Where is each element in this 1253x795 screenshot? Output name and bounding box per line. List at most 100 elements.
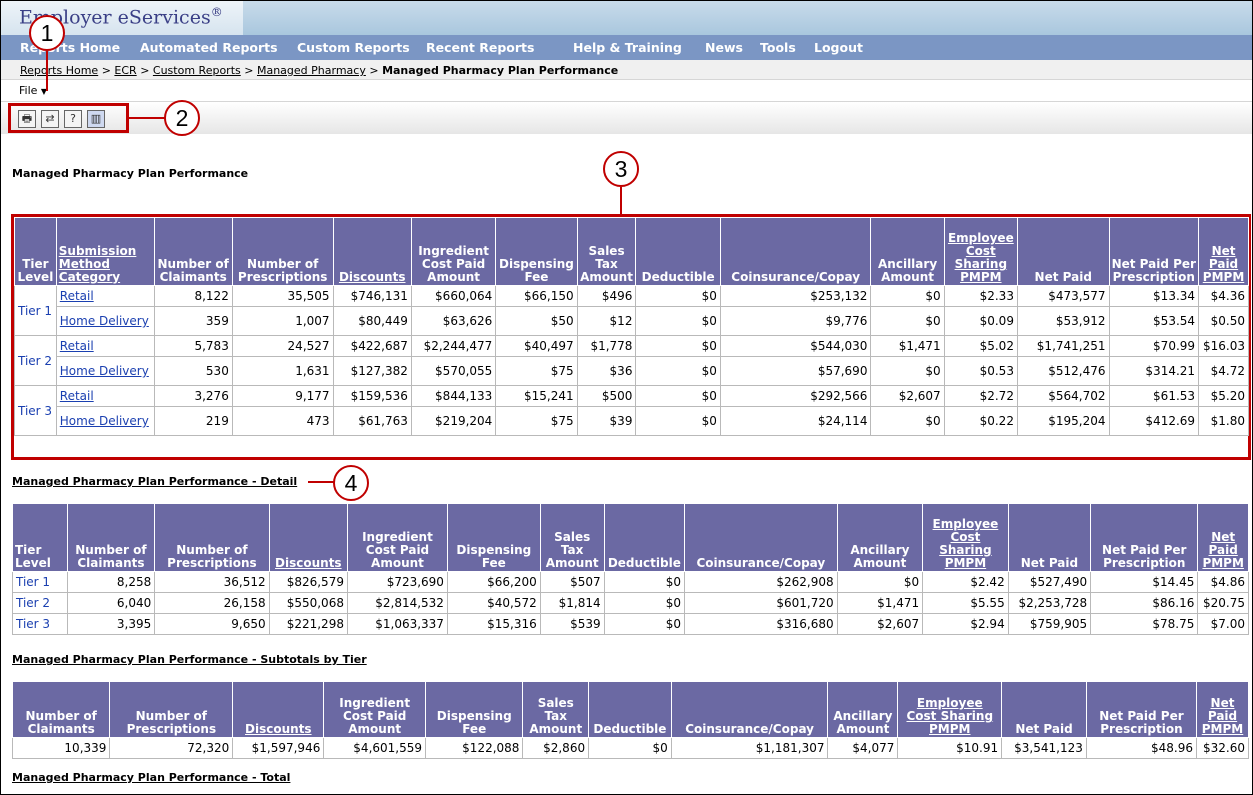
- table-row: Tier 1 Retail 8,122 35,505 $746,131 $660,064 $…: [14, 285, 1249, 336]
- main-nav: Reports Home Automated Reports Custom Re…: [1, 35, 1252, 60]
- table-cell: 3,276: [153, 385, 233, 407]
- detail-table: Tier Level Number of Claimants Number of…: [12, 503, 1249, 635]
- table-cell: $4,601,559: [323, 737, 427, 759]
- col-number-of-prescriptions: Number of Prescriptions: [231, 217, 334, 286]
- table-cell: $0.22: [943, 406, 1018, 436]
- table-cell: $496: [576, 285, 637, 307]
- table-cell: $1,471: [870, 335, 945, 357]
- table-cell: $5.55: [922, 592, 1009, 614]
- table-cell: $9,776: [719, 306, 872, 336]
- table-cell: 24,527: [231, 335, 334, 357]
- nav-news[interactable]: News: [705, 40, 743, 55]
- submission-method-link[interactable]: Retail: [55, 335, 155, 357]
- table-row: 10,339 72,320 $1,597,946 $4,601,559 $122,088…: [11, 737, 1249, 759]
- col-discounts[interactable]: Discounts: [268, 503, 348, 572]
- table-cell: 5,783: [153, 335, 233, 357]
- total-section-link[interactable]: Managed Pharmacy Plan Performance - Tota…: [12, 771, 290, 784]
- col-net-paid-pmpm[interactable]: Net Paid PMPM: [1198, 217, 1249, 286]
- table-cell: 8,258: [66, 571, 156, 593]
- nav-help-training[interactable]: Help & Training: [573, 40, 682, 55]
- table-cell: $1,814: [539, 592, 605, 614]
- subtotals-section-link[interactable]: Managed Pharmacy Plan Performance - Subt…: [12, 653, 367, 666]
- table-cell: $61,763: [332, 406, 412, 436]
- col-coinsurance-copay: Coinsurance/Copay: [684, 503, 838, 572]
- table-cell: $544,030: [719, 335, 872, 357]
- nav-logout[interactable]: Logout: [814, 40, 863, 55]
- table-cell: 10,339: [11, 737, 111, 759]
- table-cell: $2.33: [943, 285, 1018, 307]
- table-cell: $500: [576, 385, 637, 407]
- table-row: Home Delivery 219 473 $61,763 $219,204 $75 $39…: [15, 406, 1249, 436]
- table-cell: $422,687: [332, 335, 412, 357]
- file-menu[interactable]: File: [19, 84, 37, 97]
- breadcrumb-current: Managed Pharmacy Plan Performance: [382, 64, 619, 77]
- table-cell: $40,497: [495, 335, 578, 357]
- col-ancillary-amount: Ancillary Amount: [827, 681, 899, 738]
- report-viewer-window: Employer eServices® Reports Home Automat…: [0, 0, 1253, 795]
- table-cell: $1,741,251: [1016, 335, 1110, 357]
- col-coinsurance-copay: Coinsurance/Copay: [719, 217, 872, 286]
- nav-custom-reports[interactable]: Custom Reports: [297, 40, 410, 55]
- col-deductible: Deductible: [635, 217, 721, 286]
- col-discounts[interactable]: Discounts: [232, 681, 325, 738]
- table-cell: $39: [576, 406, 637, 436]
- breadcrumb-ecr[interactable]: ECR: [114, 64, 136, 77]
- table-cell: $473,577: [1016, 285, 1110, 307]
- breadcrumb-managed-pharmacy[interactable]: Managed Pharmacy: [257, 64, 366, 77]
- table-cell: $2,860: [522, 737, 590, 759]
- col-net-paid: Net Paid: [1016, 217, 1110, 286]
- table-cell: $66,200: [446, 571, 541, 593]
- nav-automated-reports[interactable]: Automated Reports: [140, 40, 278, 55]
- col-submission-method[interactable]: Submission Method Category: [55, 217, 155, 286]
- tier-level-cell: Tier 2: [14, 335, 57, 386]
- col-employee-cost-sharing[interactable]: Employee Cost Sharing PMPM: [922, 503, 1009, 572]
- submission-method-link[interactable]: Home Delivery: [55, 356, 155, 386]
- nav-recent-reports[interactable]: Recent Reports: [426, 40, 534, 55]
- col-discounts[interactable]: Discounts: [332, 217, 412, 286]
- table-cell: $316,680: [684, 613, 838, 635]
- detail-section-link[interactable]: Managed Pharmacy Plan Performance - Deta…: [12, 475, 297, 488]
- table-cell: $262,908: [684, 571, 838, 593]
- table-cell: $57,690: [719, 356, 872, 386]
- table-cell: $507: [539, 571, 605, 593]
- table-cell: $0.53: [943, 356, 1018, 386]
- col-ancillary-amount: Ancillary Amount: [870, 217, 945, 286]
- table-cell: $78.75: [1090, 613, 1199, 635]
- col-net-paid-pmpm[interactable]: Net Paid PMPM: [1196, 681, 1249, 738]
- table-cell: $0: [836, 571, 924, 593]
- table-cell: $5.20: [1198, 385, 1249, 407]
- submission-method-link[interactable]: Home Delivery: [55, 406, 155, 436]
- col-net-paid-per-prescription: Net Paid Per Prescription: [1090, 503, 1199, 572]
- breadcrumb-custom-reports[interactable]: Custom Reports: [153, 64, 241, 77]
- table-cell: $253,132: [719, 285, 872, 307]
- table-cell: $0: [603, 592, 686, 614]
- col-employee-cost-sharing[interactable]: Employee Cost Sharing PMPM: [897, 681, 1003, 738]
- table-cell: 1,631: [231, 356, 334, 386]
- breadcrumb-reports-home[interactable]: Reports Home: [20, 64, 98, 77]
- table-cell: 3,395: [66, 613, 156, 635]
- table-cell: $53,912: [1016, 306, 1110, 336]
- table-cell: $1,181,307: [670, 737, 829, 759]
- breadcrumb: Reports Home > ECR > Custom Reports > Ma…: [1, 60, 1252, 80]
- summary-table: Tier Level Submission Method Category Nu…: [14, 217, 1249, 436]
- col-tier-level: Tier Level: [12, 503, 68, 572]
- table-cell: $36: [576, 356, 637, 386]
- submission-method-link[interactable]: Retail: [55, 285, 155, 307]
- table-cell: $75: [495, 406, 578, 436]
- callout-2: 2: [164, 100, 200, 136]
- toolbar-highlight: [8, 103, 129, 133]
- col-net-paid-pmpm[interactable]: Net Paid PMPM: [1197, 503, 1249, 572]
- table-row: Tier 2 Retail 5,783 24,527 $422,687 $2,244,47…: [14, 335, 1249, 386]
- table-cell: $2.72: [943, 385, 1018, 407]
- submission-method-link[interactable]: Home Delivery: [55, 306, 155, 336]
- nav-tools[interactable]: Tools: [760, 40, 796, 55]
- table-row: Home Delivery 359 1,007 $80,449 $63,626 $50 $1…: [15, 306, 1249, 336]
- table-cell: 530: [153, 356, 233, 386]
- table-cell: $63,626: [410, 306, 497, 336]
- col-sales-tax: Sales Tax Amount: [539, 503, 605, 572]
- trademark-symbol: ®: [210, 5, 223, 19]
- col-employee-cost-sharing[interactable]: Employee Cost Sharing PMPM: [943, 217, 1018, 286]
- table-cell: $221,298: [268, 613, 348, 635]
- submission-method-link[interactable]: Retail: [55, 385, 155, 407]
- col-deductible: Deductible: [588, 681, 672, 738]
